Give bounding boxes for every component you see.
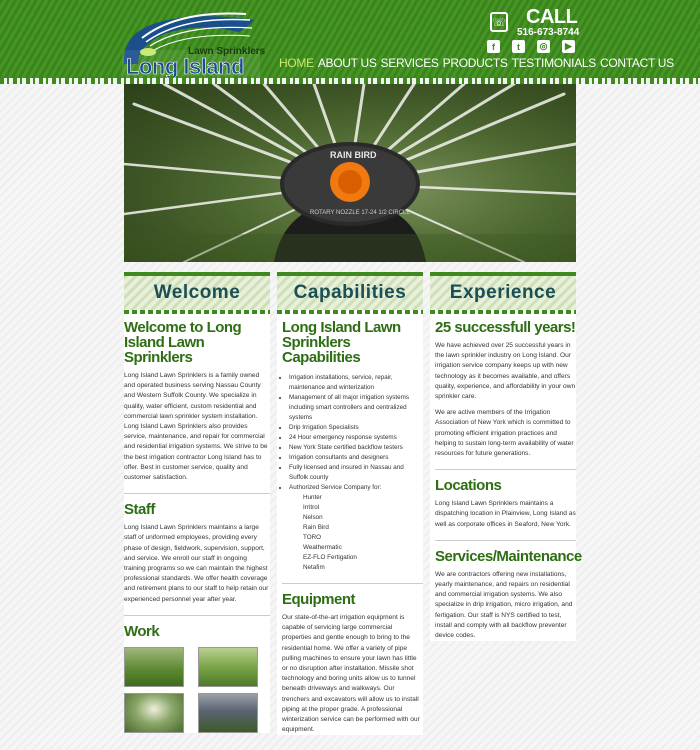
main-nav: HOME ABOUT US SERVICES PRODUCTS TESTIMON… bbox=[279, 56, 674, 70]
work-title: Work bbox=[124, 622, 160, 640]
welcome-title: Welcome to Long Island Lawn Sprinklers bbox=[124, 319, 242, 366]
experience-title: 25 successfull years! bbox=[435, 319, 576, 336]
brand-item: Hunter bbox=[303, 494, 322, 501]
capabilities-title: Long Island Lawn Sprinklers Capabilities bbox=[282, 319, 401, 366]
capabilities-banner-title: Capabilities bbox=[293, 282, 407, 303]
nozzle-brand-text: RAIN BIRD bbox=[330, 150, 377, 160]
capabilities-banner: Capabilities bbox=[277, 272, 423, 314]
capabilities-list: Irrigation installations, service, repai… bbox=[289, 373, 423, 573]
nav-contact-us[interactable]: CONTACT US bbox=[600, 56, 674, 70]
brand-item: Irritrol bbox=[303, 504, 320, 511]
instagram-icon[interactable]: ◎ bbox=[537, 40, 550, 53]
phone-icon: ☏ bbox=[490, 12, 508, 32]
divider bbox=[282, 583, 423, 584]
experience-text-2: We are active members of the Irrigation … bbox=[435, 409, 574, 458]
welcome-column: Welcome Welcome to Long Island Lawn Spri… bbox=[124, 272, 270, 733]
social-links: f t ◎ ▶ bbox=[487, 40, 575, 53]
welcome-banner: Welcome bbox=[124, 272, 270, 314]
experience-banner-title: Experience bbox=[449, 282, 557, 303]
site-header: Lawn Sprinklers Long Island ☏ CALL 516-6… bbox=[0, 0, 700, 84]
nav-about-us[interactable]: ABOUT US bbox=[318, 56, 377, 70]
call-box[interactable]: ☏ CALL 516-673-8744 bbox=[490, 6, 580, 38]
list-item: 24 Hour emergency response systems bbox=[289, 433, 423, 443]
nav-testimonials[interactable]: TESTIMONIALS bbox=[512, 56, 597, 70]
divider bbox=[124, 614, 270, 616]
youtube-icon[interactable]: ▶ bbox=[562, 40, 575, 53]
equipment-text: Our state-of-the-art irrigation equipmen… bbox=[282, 614, 420, 734]
staff-title: Staff bbox=[124, 501, 155, 519]
list-item: Irrigation installations, service, repai… bbox=[289, 373, 423, 393]
locations-text: Long Island Lawn Sprinklers maintains a … bbox=[435, 500, 576, 528]
staff-text: Long Island Lawn Sprinklers maintains a … bbox=[124, 524, 269, 603]
services-text: We are contractors offering new installa… bbox=[435, 570, 573, 640]
locations-title: Locations bbox=[435, 477, 502, 495]
divider bbox=[124, 493, 270, 495]
logo[interactable]: Lawn Sprinklers Long Island bbox=[118, 4, 265, 80]
equipment-title: Equipment bbox=[282, 591, 356, 608]
facebook-icon[interactable]: f bbox=[487, 40, 500, 53]
phone-number[interactable]: 516-673-8744 bbox=[517, 27, 579, 38]
hero-image: RAIN BIRD ROTARY NOZZLE 17-24 1/2 CIRCLE bbox=[124, 84, 576, 262]
twitter-icon[interactable]: t bbox=[512, 40, 525, 53]
work-gallery bbox=[124, 646, 270, 733]
nav-services[interactable]: SERVICES bbox=[381, 56, 439, 70]
welcome-banner-title: Welcome bbox=[153, 282, 241, 303]
list-item-label: Authorized Service Company for: bbox=[289, 484, 382, 491]
nav-products[interactable]: PRODUCTS bbox=[443, 56, 508, 70]
divider bbox=[435, 469, 576, 471]
brand-item: Netafim bbox=[303, 564, 325, 571]
list-item: New York State certified backflow tester… bbox=[289, 443, 423, 453]
list-item: Fully licensed and insured in Nassau and… bbox=[289, 463, 423, 483]
work-thumbnail[interactable] bbox=[198, 692, 258, 733]
logo-title: Long Island bbox=[126, 54, 245, 80]
experience-column: Experience 25 successfull years! We have… bbox=[430, 272, 582, 642]
sprinkler-photo: RAIN BIRD ROTARY NOZZLE 17-24 1/2 CIRCLE bbox=[124, 84, 576, 262]
call-label: CALL bbox=[526, 6, 578, 28]
list-item: Irrigation consultants and designers bbox=[289, 453, 423, 463]
work-thumbnail[interactable] bbox=[198, 646, 258, 687]
brand-item: Nelson bbox=[303, 514, 323, 521]
list-item: Authorized Service Company for: Hunter I… bbox=[289, 483, 423, 573]
brand-item: Weathermatic bbox=[303, 544, 342, 551]
list-item: Drip Irrigation Specialists bbox=[289, 423, 423, 433]
brand-list: Hunter Irritrol Nelson Rain Bird TORO We… bbox=[303, 493, 423, 573]
brand-item: TORO bbox=[303, 534, 322, 541]
services-title: Services/Maintenance bbox=[435, 547, 582, 565]
work-thumbnail[interactable] bbox=[124, 646, 184, 687]
divider bbox=[435, 539, 576, 541]
brand-item: Rain Bird bbox=[303, 524, 329, 531]
list-item: Management of all major irrigation syste… bbox=[289, 393, 423, 423]
work-thumbnail[interactable] bbox=[124, 692, 184, 733]
capabilities-column: Capabilities Long Island Lawn Sprinklers… bbox=[277, 272, 423, 736]
welcome-text: Long Island Lawn Sprinklers is a family … bbox=[124, 372, 268, 482]
nav-home[interactable]: HOME bbox=[279, 56, 314, 70]
brand-item: EZ-FLO Fertigation bbox=[303, 554, 357, 561]
nozzle-sub-text: ROTARY NOZZLE 17-24 1/2 CIRCLE bbox=[310, 210, 410, 216]
experience-banner: Experience bbox=[430, 272, 576, 314]
experience-text: We have achieved over 25 successful year… bbox=[435, 342, 576, 401]
